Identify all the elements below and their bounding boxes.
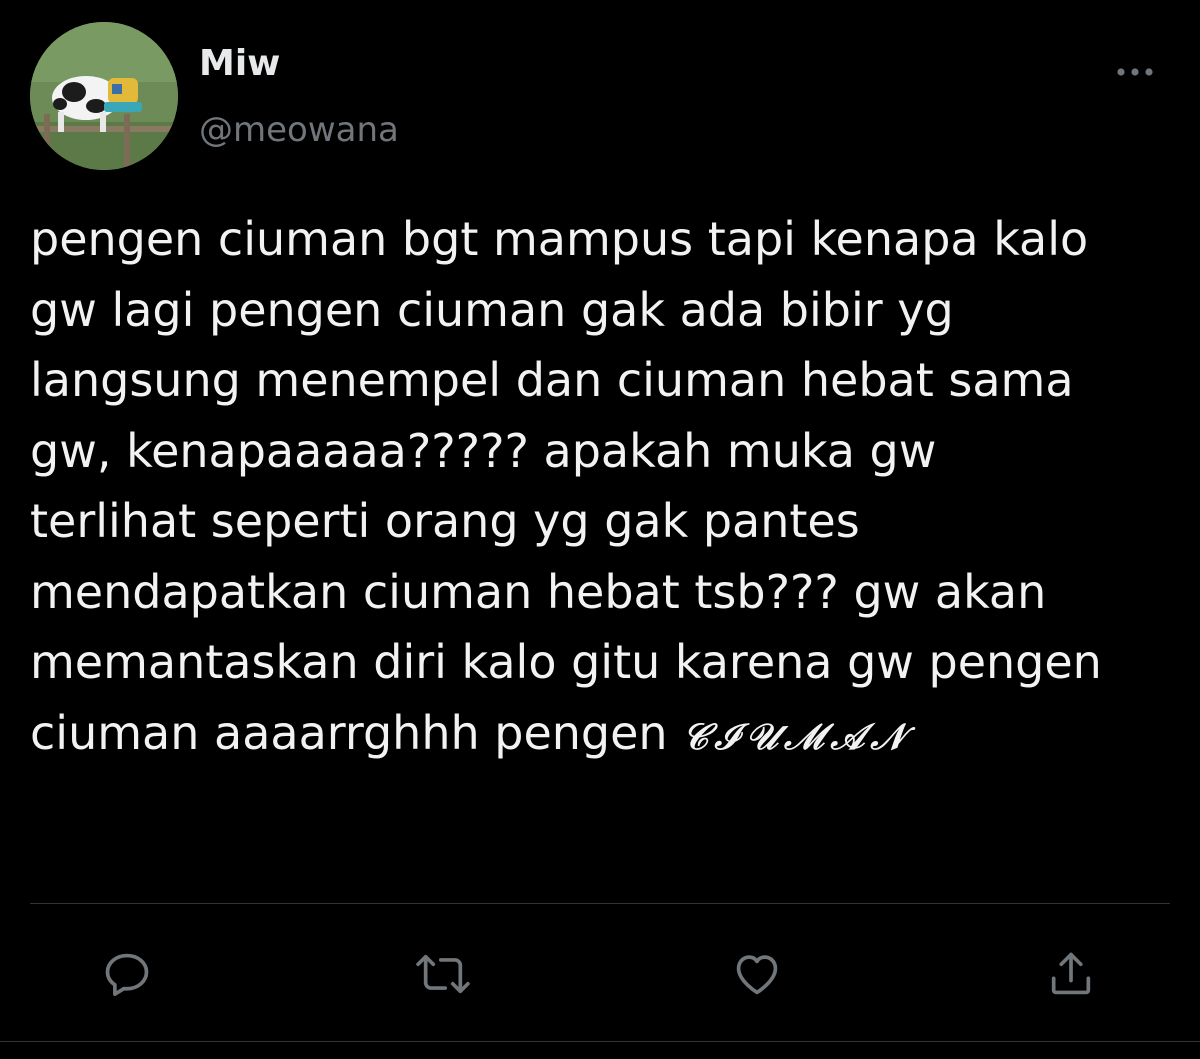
tweet-card: Miw @meowana pengen ciuman bgt mampus ta… <box>0 0 1200 1059</box>
author-name[interactable]: Miw <box>199 40 280 88</box>
tweet-text-line: memantaskan diri kalo gitu karena gw pen… <box>30 635 1102 689</box>
avatar[interactable] <box>30 22 178 170</box>
tweet-text: pengen ciuman bgt mampus tapi kenapa kal… <box>30 204 1180 772</box>
tweet-text-line: terlihat seperti orang yg gak pantes <box>30 494 860 548</box>
tweet-text-line: langsung menempel dan ciuman hebat sama <box>30 353 1074 407</box>
heart-icon <box>736 955 778 995</box>
tweet-text-line: ciuman aaaarrghhh pengen <box>30 705 683 760</box>
tweet-text-line: gw, kenapaaaaa????? apakah muka gw <box>30 423 937 478</box>
tweet-text-line: pengen ciuman bgt mampus tapi kenapa kal… <box>30 212 1089 266</box>
tweet-text-line-last: ciuman aaaarrghhh pengen 𝒞ℐ𝒰ℳ𝒜𝒩 <box>30 698 1180 773</box>
reply-bubble-icon <box>105 953 149 996</box>
fancy-script-word: 𝒞ℐ𝒰ℳ𝒜𝒩 <box>682 715 911 758</box>
retweet-icon <box>416 954 470 994</box>
share-upload-icon <box>1051 952 1091 995</box>
avatar-image <box>30 22 178 170</box>
more-options-button[interactable] <box>1110 52 1160 92</box>
actions-divider <box>30 903 1170 904</box>
bottom-divider <box>0 1041 1200 1042</box>
share-button[interactable] <box>1041 944 1101 1004</box>
more-dots-icon <box>1117 68 1153 76</box>
retweet-button[interactable] <box>413 944 473 1004</box>
tweet-text-line: gw lagi pengen ciuman gak ada bibir yg <box>30 282 954 337</box>
tweet-text-line: mendapatkan ciuman hebat tsb??? gw akan <box>30 564 1047 619</box>
author-handle[interactable]: @meowana <box>199 106 399 154</box>
reply-button[interactable] <box>97 944 157 1004</box>
like-button[interactable] <box>727 944 787 1004</box>
